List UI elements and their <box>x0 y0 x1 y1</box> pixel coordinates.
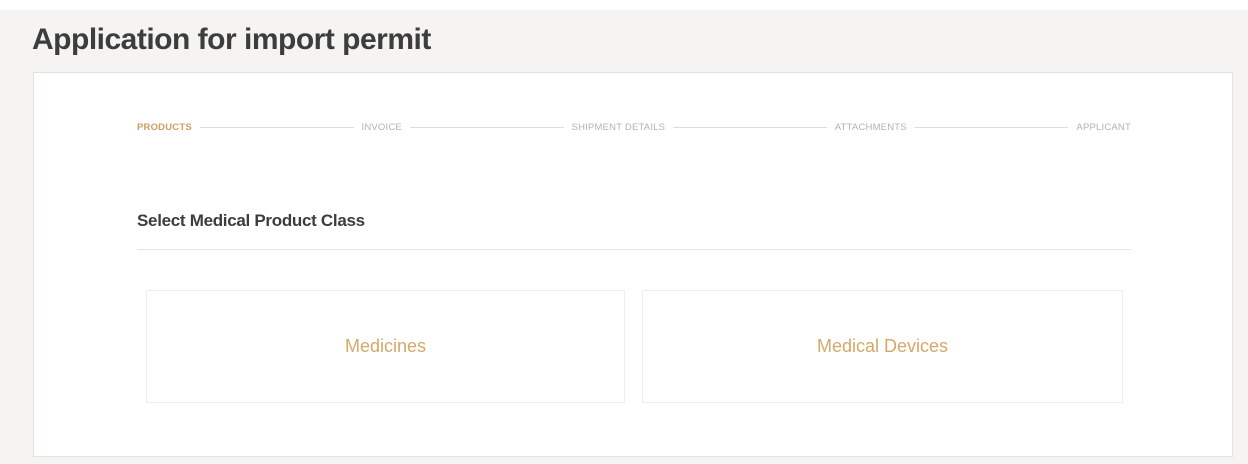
step-shipment-details[interactable]: SHIPMENT DETAILS <box>572 122 666 133</box>
section-divider <box>137 249 1131 250</box>
step-connector <box>673 126 827 128</box>
medicines-option-card[interactable]: Medicines <box>146 290 625 403</box>
step-products[interactable]: PRODUCTS <box>137 122 192 133</box>
medical-devices-option-card[interactable]: Medical Devices <box>642 290 1123 403</box>
top-strip <box>0 0 1248 10</box>
medicines-option-label: Medicines <box>344 336 427 356</box>
page-title: Application for import permit <box>32 23 431 56</box>
step-applicant[interactable]: APPLICANT <box>1076 122 1131 133</box>
step-connector <box>914 126 1069 128</box>
form-panel: PRODUCTS INVOICE SHIPMENT DETAILS ATTACH… <box>33 72 1233 457</box>
step-invoice[interactable]: INVOICE <box>362 122 402 133</box>
step-connector <box>199 126 354 128</box>
step-connector <box>409 126 564 128</box>
stepper: PRODUCTS INVOICE SHIPMENT DETAILS ATTACH… <box>137 121 1131 133</box>
step-attachments[interactable]: ATTACHMENTS <box>835 122 907 133</box>
medical-devices-option-label: Medical Devices <box>816 336 949 356</box>
section-title: Select Medical Product Class <box>137 211 365 230</box>
